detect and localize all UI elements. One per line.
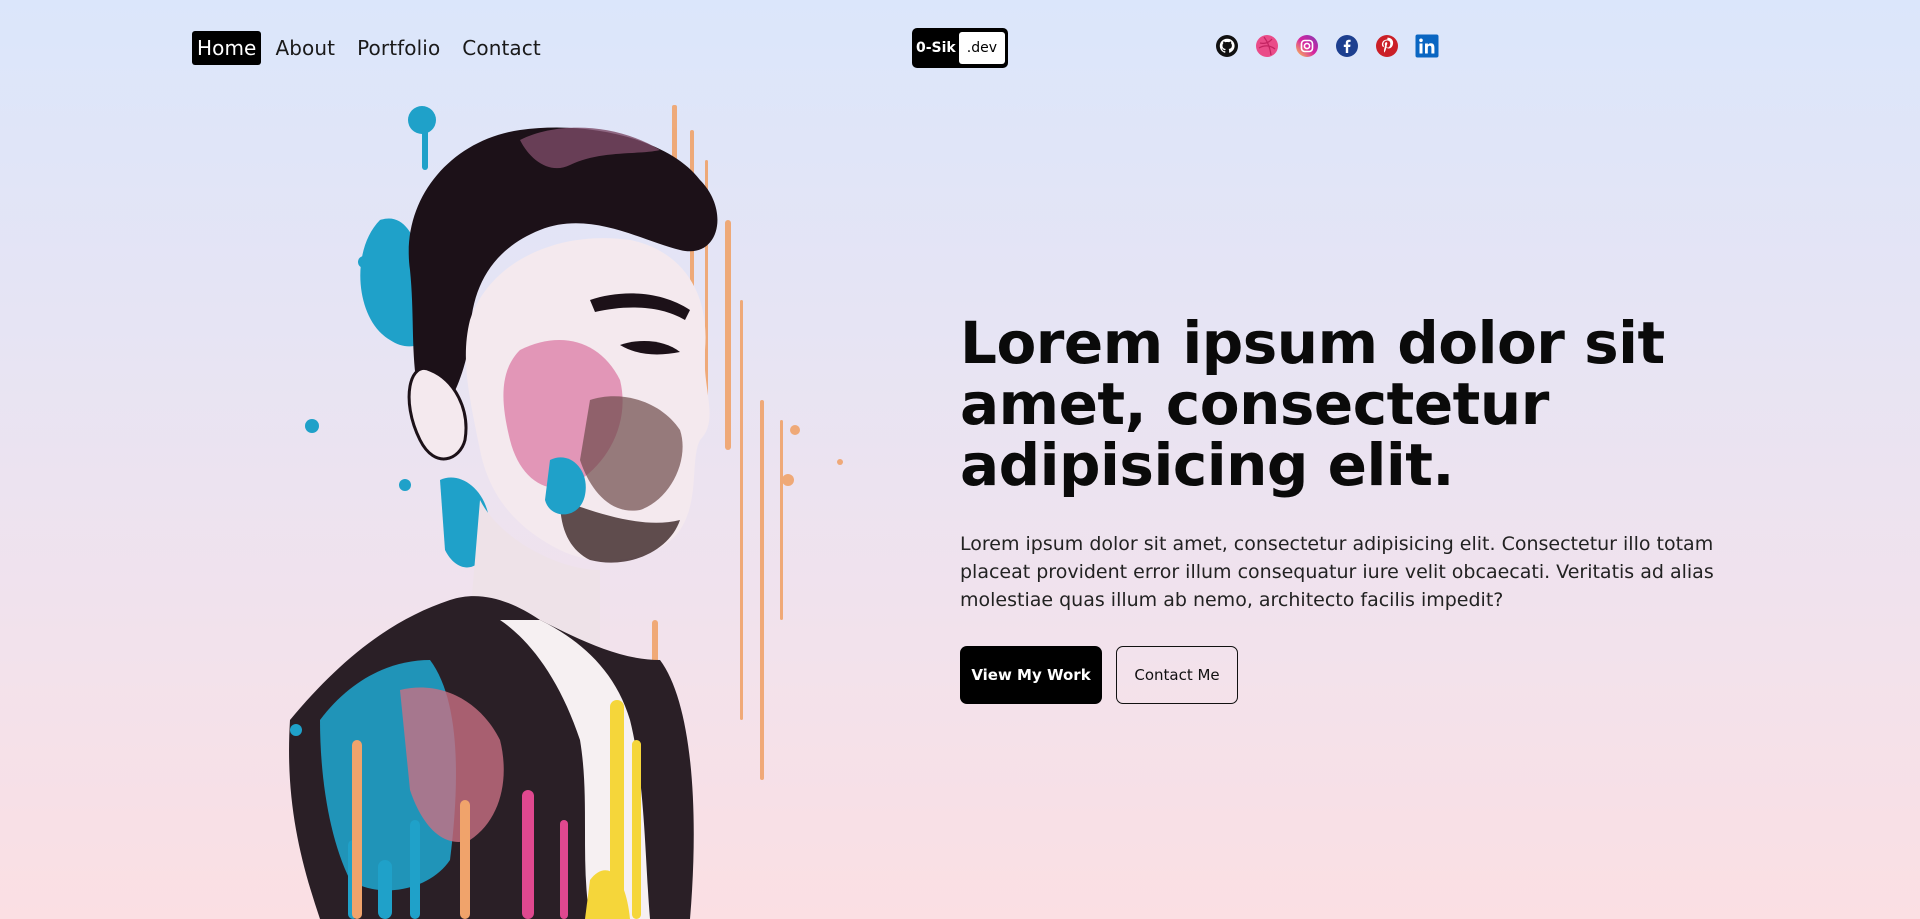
nav-portfolio-link[interactable]: Portfolio	[349, 30, 448, 66]
hero-headline: Lorem ipsum dolor sit amet, consectetur …	[960, 309, 1665, 499]
hero-lead-text: Lorem ipsum dolor sit amet, consectetur …	[960, 533, 1714, 611]
logo-suffix: .dev	[958, 32, 1005, 64]
social-links	[1215, 34, 1439, 58]
instagram-icon[interactable]	[1295, 34, 1319, 58]
pinterest-icon[interactable]	[1375, 34, 1399, 58]
main-nav: Home About Portfolio Contact	[192, 30, 549, 66]
view-my-work-button[interactable]: View My Work	[960, 646, 1102, 704]
contact-me-button[interactable]: Contact Me	[1116, 646, 1238, 704]
nav-home-link[interactable]: Home	[192, 31, 262, 65]
github-icon[interactable]	[1215, 34, 1239, 58]
site-logo[interactable]: 0-Sik .dev	[912, 28, 1008, 68]
dribbble-icon[interactable]	[1255, 34, 1279, 58]
hero-portrait-illustration	[289, 105, 843, 919]
nav-about-link[interactable]: About	[267, 30, 343, 66]
facebook-icon[interactable]	[1335, 34, 1359, 58]
hero-cta-row: View My Work Contact Me	[960, 646, 1720, 704]
nav-contact-link[interactable]: Contact	[454, 30, 549, 66]
hero-section: Lorem ipsum dolor sit amet, consectetur …	[960, 313, 1720, 704]
logo-name: 0-Sik	[916, 40, 956, 56]
linkedin-icon[interactable]	[1415, 34, 1439, 58]
